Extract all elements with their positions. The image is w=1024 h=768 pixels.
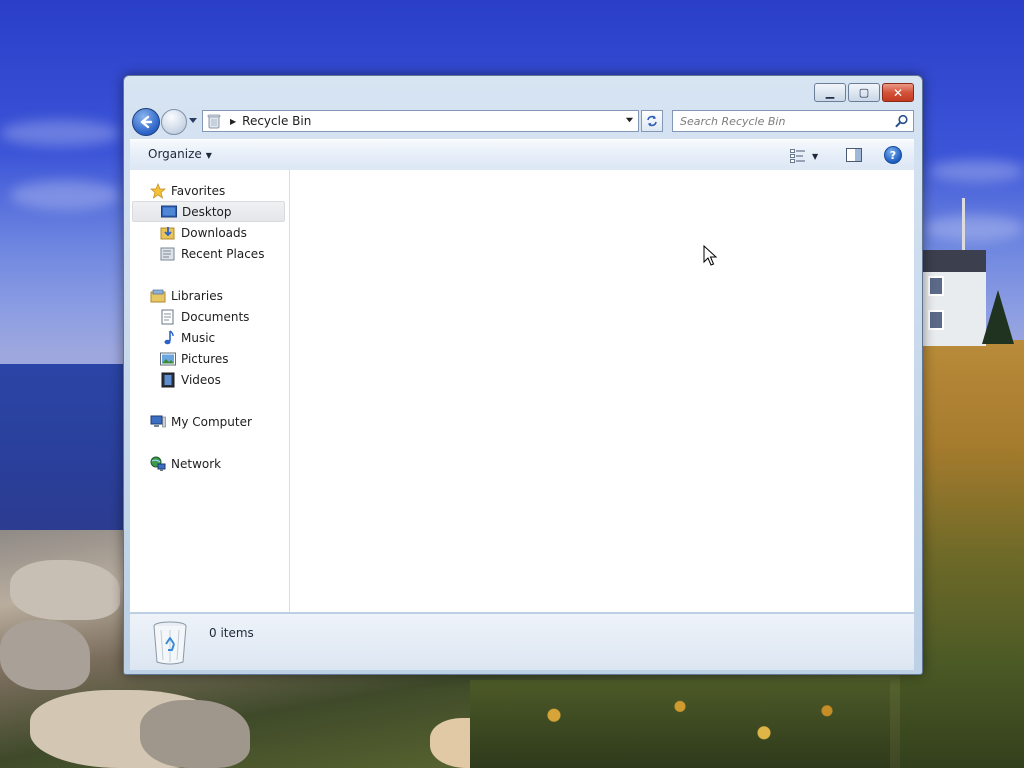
lighthouse-house (918, 250, 986, 346)
navigation-bar: ▶ Recycle Bin (132, 108, 914, 136)
breadcrumb-separator-icon[interactable]: ▶ (230, 117, 236, 126)
breadcrumb-location[interactable]: Recycle Bin (242, 114, 619, 128)
sidebar-item-label: My Computer (171, 414, 252, 429)
rock (0, 620, 90, 690)
favorites-item[interactable]: Favorites (130, 180, 289, 201)
house-window (928, 310, 944, 330)
navigation-pane: Favorites Desktop Downloads Recent Place… (130, 170, 290, 612)
arrow-right-icon (168, 116, 180, 128)
sidebar-item-label: Network (171, 456, 222, 471)
star-icon (150, 182, 166, 199)
cloud (0, 120, 120, 146)
item-count: 0 items (209, 626, 254, 640)
network-group: Network (130, 453, 289, 474)
house-roof (918, 250, 986, 272)
maximize-button[interactable]: ▢ (848, 83, 880, 102)
refresh-button[interactable] (641, 110, 663, 132)
change-view-button[interactable]: ▼ (790, 148, 826, 164)
preview-pane-button[interactable] (846, 148, 862, 162)
mouse-cursor-icon (703, 245, 717, 266)
computer-icon (150, 414, 166, 430)
sidebar-item-recent-places[interactable]: Recent Places (130, 243, 289, 264)
views-icon (790, 149, 805, 163)
favorites-label: Favorites (171, 183, 226, 198)
wildflowers (470, 680, 890, 768)
explorer-window: ▁ ▢ ✕ ▶ Recycle Bin Search Recycle Bin O… (123, 75, 923, 675)
sidebar-item-label: Downloads (181, 225, 247, 240)
caption-buttons: ▁ ▢ ✕ (814, 83, 914, 102)
maximize-icon: ▢ (858, 86, 870, 99)
music-icon (160, 329, 176, 346)
sidebar-item-label: Music (181, 330, 216, 345)
organize-label: Organize (148, 147, 202, 161)
recent-places-icon (160, 246, 176, 262)
chevron-down-icon: ▼ (812, 151, 819, 161)
recent-pages-button[interactable] (188, 115, 198, 127)
chevron-down-icon: ▼ (205, 151, 212, 160)
sidebar-item-videos[interactable]: Videos (130, 369, 289, 390)
help-button[interactable]: ? (884, 146, 902, 164)
downloads-folder-icon (160, 225, 176, 241)
sidebar-item-label: Documents (181, 309, 250, 324)
documents-icon (160, 309, 176, 325)
search-box[interactable] (672, 110, 914, 132)
cloud (930, 160, 1024, 182)
videos-icon (160, 372, 176, 388)
libraries-label: Libraries (171, 288, 223, 303)
address-bar[interactable]: ▶ Recycle Bin (202, 110, 639, 132)
cloud (925, 215, 1024, 241)
organize-button[interactable]: Organize ▼ (148, 147, 212, 161)
sidebar-item-label: Pictures (181, 351, 229, 366)
libraries-item[interactable]: Libraries (130, 285, 289, 306)
network-icon (150, 456, 166, 472)
sidebar-item-network[interactable]: Network (130, 453, 289, 474)
sidebar-item-pictures[interactable]: Pictures (130, 348, 289, 369)
favorites-group: Favorites Desktop Downloads Recent Place… (130, 180, 289, 264)
sidebar-item-downloads[interactable]: Downloads (130, 222, 289, 243)
file-list-area[interactable] (290, 170, 914, 612)
sidebar-item-label: Desktop (182, 204, 232, 219)
command-bar: Organize ▼ ▼ ? (130, 139, 914, 171)
libraries-icon (150, 288, 166, 304)
rock (140, 700, 250, 768)
desktop-icon (161, 204, 177, 220)
close-icon: ✕ (892, 85, 904, 100)
forward-button[interactable] (161, 109, 187, 135)
sidebar-item-label: Recent Places (181, 246, 265, 261)
refresh-icon (647, 115, 657, 127)
pictures-icon (160, 351, 176, 367)
recycle-bin-icon (207, 114, 221, 129)
rock (10, 560, 120, 620)
chevron-down-icon (625, 117, 633, 123)
help-icon: ? (889, 148, 897, 162)
minimize-button[interactable]: ▁ (814, 83, 846, 102)
close-button[interactable]: ✕ (882, 83, 914, 102)
cloud (10, 180, 120, 210)
pine-tree (982, 290, 1014, 344)
chevron-down-icon (189, 118, 197, 123)
preview-pane-icon (846, 148, 862, 162)
sidebar-item-label: Videos (181, 372, 221, 387)
sidebar-item-music[interactable]: Music (130, 327, 289, 348)
sidebar-item-documents[interactable]: Documents (130, 306, 289, 327)
arrow-left-icon (140, 115, 153, 129)
search-icon[interactable] (895, 114, 909, 128)
house-window (928, 276, 944, 296)
back-button[interactable] (132, 108, 160, 136)
computer-group: My Computer (130, 411, 289, 432)
libraries-group: Libraries Documents Music Pictures Video… (130, 285, 289, 390)
recycle-bin-icon (153, 621, 187, 665)
sidebar-item-desktop[interactable]: Desktop (132, 201, 285, 222)
search-input[interactable] (673, 113, 895, 129)
address-dropdown-button[interactable] (619, 115, 638, 127)
details-pane: 0 items (130, 613, 914, 670)
minimize-icon: ▁ (825, 86, 835, 99)
sidebar-item-my-computer[interactable]: My Computer (130, 411, 289, 432)
